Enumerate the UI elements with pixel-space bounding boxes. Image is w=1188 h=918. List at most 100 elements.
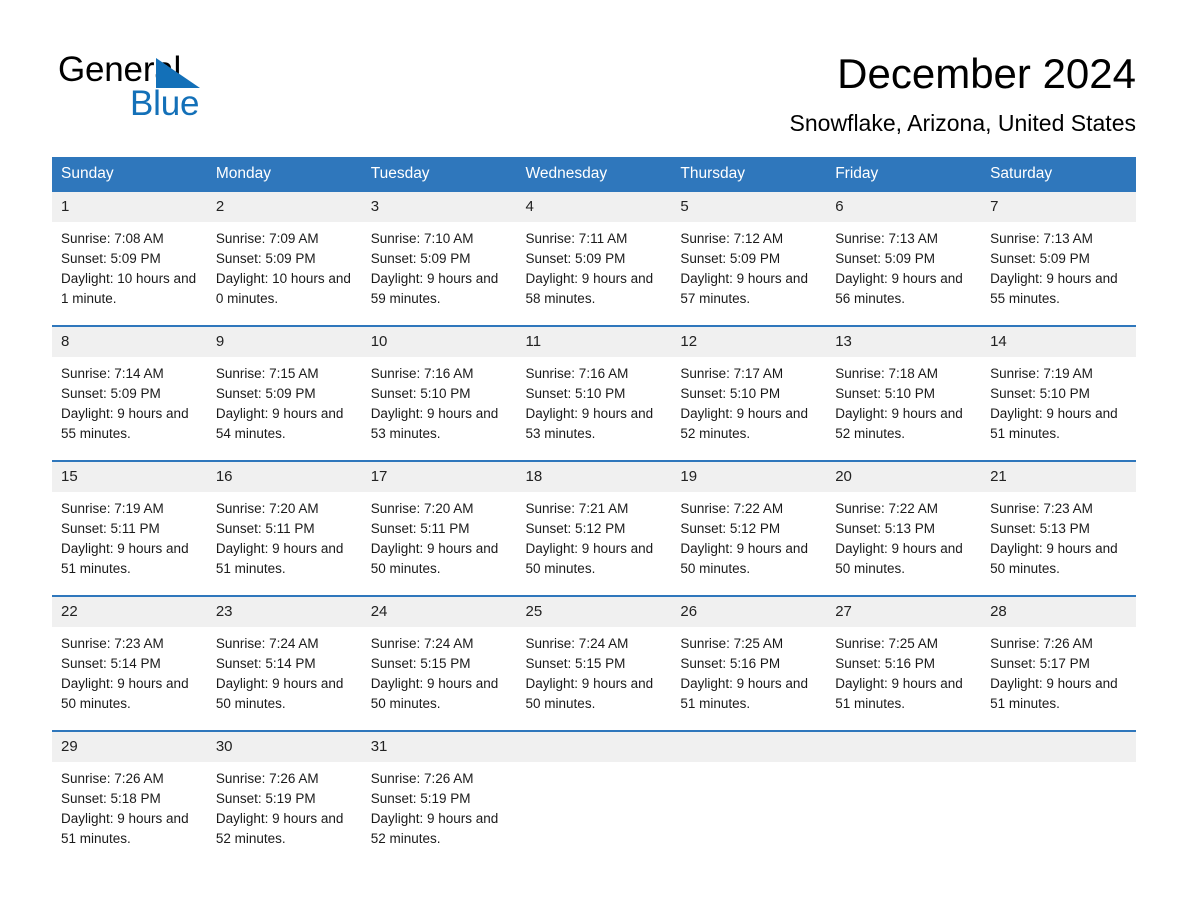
daylight-text: Daylight: 9 hours and 50 minutes. <box>525 541 654 576</box>
day-number: 20 <box>826 462 982 492</box>
day-details: Sunrise: 7:13 AM Sunset: 5:09 PM Dayligh… <box>981 222 1136 325</box>
calendar-day-cell[interactable]: 27 Sunrise: 7:25 AM Sunset: 5:16 PM Dayl… <box>826 595 982 731</box>
sunset-text: Sunset: 5:09 PM <box>61 251 161 266</box>
day-number: 15 <box>52 462 207 492</box>
calendar-page: General Blue December 2024 Snowflake, Ar… <box>0 0 1188 918</box>
weekday-header-friday: Friday <box>826 157 982 192</box>
day-number: 24 <box>361 597 517 627</box>
calendar-day-cell[interactable]: 10 Sunrise: 7:16 AM Sunset: 5:10 PM Dayl… <box>361 325 517 461</box>
generalblue-logo[interactable]: General Blue <box>58 50 318 124</box>
day-details <box>826 762 981 865</box>
calendar-day-cell[interactable]: 20 Sunrise: 7:22 AM Sunset: 5:13 PM Dayl… <box>826 460 982 596</box>
calendar-day-cell[interactable]: 8 Sunrise: 7:14 AM Sunset: 5:09 PM Dayli… <box>52 325 207 461</box>
calendar-day-cell-empty <box>671 730 827 865</box>
sunset-text: Sunset: 5:11 PM <box>215 521 315 536</box>
daylight-text: Daylight: 9 hours and 51 minutes. <box>61 811 189 846</box>
sunrise-text: Sunrise: 7:24 AM <box>215 636 319 651</box>
sunset-text: Sunset: 5:09 PM <box>61 386 161 401</box>
calendar-day-cell[interactable]: 12 Sunrise: 7:17 AM Sunset: 5:10 PM Dayl… <box>671 325 827 461</box>
calendar-header-row: Sunday Monday Tuesday Wednesday Thursday… <box>52 157 1136 192</box>
calendar-day-cell[interactable]: 28 Sunrise: 7:26 AM Sunset: 5:17 PM Dayl… <box>981 595 1136 731</box>
weekday-header-monday: Monday <box>206 157 362 192</box>
day-number: 2 <box>206 192 362 222</box>
daylight-text: Daylight: 9 hours and 55 minutes. <box>990 271 1118 306</box>
day-details: Sunrise: 7:23 AM Sunset: 5:13 PM Dayligh… <box>981 492 1136 595</box>
sunset-text: Sunset: 5:12 PM <box>680 521 781 536</box>
day-number: 13 <box>826 327 982 357</box>
calendar-day-cell[interactable]: 9 Sunrise: 7:15 AM Sunset: 5:09 PM Dayli… <box>206 325 362 461</box>
calendar-day-cell[interactable]: 4 Sunrise: 7:11 AM Sunset: 5:09 PM Dayli… <box>516 192 672 326</box>
calendar-day-cell[interactable]: 1 Sunrise: 7:08 AM Sunset: 5:09 PM Dayli… <box>52 192 207 326</box>
sunrise-text: Sunrise: 7:20 AM <box>215 501 319 516</box>
sunrise-text: Sunrise: 7:16 AM <box>525 366 629 381</box>
sunset-text: Sunset: 5:09 PM <box>835 251 936 266</box>
calendar-day-cell[interactable]: 15 Sunrise: 7:19 AM Sunset: 5:11 PM Dayl… <box>52 460 207 596</box>
calendar-day-cell[interactable]: 23 Sunrise: 7:24 AM Sunset: 5:14 PM Dayl… <box>206 595 362 731</box>
daylight-text: Daylight: 9 hours and 51 minutes. <box>835 676 963 711</box>
daylight-text: Daylight: 9 hours and 54 minutes. <box>215 406 344 441</box>
sunrise-text: Sunrise: 7:16 AM <box>370 366 474 381</box>
day-details: Sunrise: 7:25 AM Sunset: 5:16 PM Dayligh… <box>671 627 826 730</box>
day-number: 16 <box>206 462 362 492</box>
day-details: Sunrise: 7:17 AM Sunset: 5:10 PM Dayligh… <box>671 357 826 460</box>
daylight-text: Daylight: 9 hours and 50 minutes. <box>680 541 808 576</box>
calendar-day-cell[interactable]: 29 Sunrise: 7:26 AM Sunset: 5:18 PM Dayl… <box>52 730 207 865</box>
sunset-text: Sunset: 5:10 PM <box>525 386 626 401</box>
calendar-day-cell[interactable]: 19 Sunrise: 7:22 AM Sunset: 5:12 PM Dayl… <box>671 460 827 596</box>
daylight-text: Daylight: 9 hours and 53 minutes. <box>525 406 654 441</box>
sunrise-text: Sunrise: 7:25 AM <box>680 636 784 651</box>
day-number: 23 <box>206 597 362 627</box>
page-title: December 2024 <box>837 50 1136 97</box>
sunset-text: Sunset: 5:09 PM <box>370 251 471 266</box>
day-number: 3 <box>361 192 517 222</box>
day-number: 17 <box>361 462 517 492</box>
calendar-day-cell[interactable]: 25 Sunrise: 7:24 AM Sunset: 5:15 PM Dayl… <box>516 595 672 731</box>
sunset-text: Sunset: 5:16 PM <box>835 656 936 671</box>
calendar-day-cell[interactable]: 24 Sunrise: 7:24 AM Sunset: 5:15 PM Dayl… <box>361 595 517 731</box>
sunset-text: Sunset: 5:16 PM <box>680 656 781 671</box>
calendar-day-cell[interactable]: 14 Sunrise: 7:19 AM Sunset: 5:10 PM Dayl… <box>981 325 1136 461</box>
sunrise-text: Sunrise: 7:14 AM <box>61 366 164 381</box>
calendar-day-cell[interactable]: 22 Sunrise: 7:23 AM Sunset: 5:14 PM Dayl… <box>52 595 207 731</box>
day-number: 28 <box>981 597 1136 627</box>
day-details: Sunrise: 7:26 AM Sunset: 5:18 PM Dayligh… <box>52 762 207 865</box>
calendar-day-cell[interactable]: 18 Sunrise: 7:21 AM Sunset: 5:12 PM Dayl… <box>516 460 672 596</box>
day-number: 22 <box>52 597 207 627</box>
day-details: Sunrise: 7:26 AM Sunset: 5:19 PM Dayligh… <box>207 762 362 865</box>
day-details: Sunrise: 7:16 AM Sunset: 5:10 PM Dayligh… <box>362 357 517 460</box>
daylight-text: Daylight: 9 hours and 57 minutes. <box>680 271 808 306</box>
calendar-day-cell[interactable]: 11 Sunrise: 7:16 AM Sunset: 5:10 PM Dayl… <box>516 325 672 461</box>
daylight-text: Daylight: 9 hours and 50 minutes. <box>835 541 963 576</box>
day-details: Sunrise: 7:24 AM Sunset: 5:15 PM Dayligh… <box>517 627 672 730</box>
day-number: 8 <box>52 327 207 357</box>
sunset-text: Sunset: 5:09 PM <box>990 251 1090 266</box>
title-block: December 2024 Snowflake, Arizona, United… <box>790 48 1136 138</box>
day-number: 21 <box>981 462 1136 492</box>
daylight-text: Daylight: 9 hours and 56 minutes. <box>835 271 963 306</box>
daylight-text: Daylight: 9 hours and 52 minutes. <box>370 811 499 846</box>
sunrise-text: Sunrise: 7:08 AM <box>61 231 164 246</box>
calendar-day-cell[interactable]: 3 Sunrise: 7:10 AM Sunset: 5:09 PM Dayli… <box>361 192 517 326</box>
calendar-day-cell[interactable]: 16 Sunrise: 7:20 AM Sunset: 5:11 PM Dayl… <box>206 460 362 596</box>
calendar-day-cell[interactable]: 17 Sunrise: 7:20 AM Sunset: 5:11 PM Dayl… <box>361 460 517 596</box>
day-details: Sunrise: 7:15 AM Sunset: 5:09 PM Dayligh… <box>207 357 362 460</box>
daylight-text: Daylight: 9 hours and 50 minutes. <box>61 676 189 711</box>
calendar-day-cell[interactable]: 6 Sunrise: 7:13 AM Sunset: 5:09 PM Dayli… <box>826 192 982 326</box>
day-details: Sunrise: 7:23 AM Sunset: 5:14 PM Dayligh… <box>52 627 207 730</box>
calendar-day-cell[interactable]: 21 Sunrise: 7:23 AM Sunset: 5:13 PM Dayl… <box>981 460 1136 596</box>
daylight-text: Daylight: 9 hours and 51 minutes. <box>61 541 189 576</box>
calendar-day-cell[interactable]: 5 Sunrise: 7:12 AM Sunset: 5:09 PM Dayli… <box>671 192 827 326</box>
sunset-text: Sunset: 5:09 PM <box>680 251 781 266</box>
calendar-day-cell[interactable]: 31 Sunrise: 7:26 AM Sunset: 5:19 PM Dayl… <box>361 730 517 865</box>
sunset-text: Sunset: 5:09 PM <box>215 251 316 266</box>
calendar-day-cell[interactable]: 26 Sunrise: 7:25 AM Sunset: 5:16 PM Dayl… <box>671 595 827 731</box>
day-details <box>517 762 672 865</box>
calendar-day-cell[interactable]: 2 Sunrise: 7:09 AM Sunset: 5:09 PM Dayli… <box>206 192 362 326</box>
calendar-day-cell[interactable]: 30 Sunrise: 7:26 AM Sunset: 5:19 PM Dayl… <box>206 730 362 865</box>
sunrise-text: Sunrise: 7:26 AM <box>990 636 1093 651</box>
calendar-day-cell[interactable]: 7 Sunrise: 7:13 AM Sunset: 5:09 PM Dayli… <box>981 192 1136 326</box>
daylight-text: Daylight: 9 hours and 52 minutes. <box>215 811 344 846</box>
sunset-text: Sunset: 5:17 PM <box>990 656 1090 671</box>
daylight-text: Daylight: 9 hours and 55 minutes. <box>61 406 189 441</box>
calendar-day-cell[interactable]: 13 Sunrise: 7:18 AM Sunset: 5:10 PM Dayl… <box>826 325 982 461</box>
